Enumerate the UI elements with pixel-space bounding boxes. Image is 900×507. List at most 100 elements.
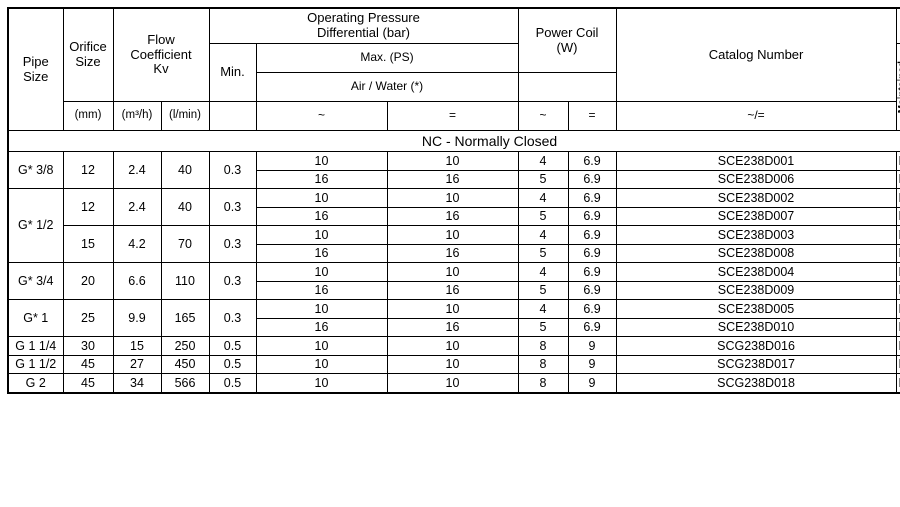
- cell-orifice-size: 45: [62, 354, 114, 374]
- cell-power-ac: 8: [517, 336, 569, 356]
- header-air-water: Air / Water (*): [255, 72, 519, 102]
- cell-kv-m3h: 27: [112, 354, 162, 374]
- cell-power-ac: 5: [517, 280, 569, 300]
- cell-catalog-number: SCE238D005: [615, 299, 897, 319]
- cell-max-pressure-dc: 16: [386, 317, 519, 337]
- cell-power-dc: 6.9: [567, 169, 617, 189]
- cell-orifice-size: 30: [62, 336, 114, 356]
- cell-min-pressure: 0.3: [208, 151, 257, 189]
- cell-max-pressure-dc: 10: [386, 151, 519, 171]
- cell-catalog-number: SCE238D009: [615, 280, 897, 300]
- units-min: [208, 101, 257, 131]
- cell-catalog-number: SCE238D008: [615, 243, 897, 263]
- cell-min-pressure: 0.3: [208, 188, 257, 226]
- cell-option-maintained-operator: MO: [895, 373, 900, 393]
- header-flow-coefficient-line3: Kv: [153, 61, 169, 77]
- cell-power-dc: 6.9: [567, 206, 617, 226]
- header-max-ps: Max. (PS): [255, 43, 519, 73]
- cell-kv-m3h: 2.4: [112, 188, 162, 226]
- cell-kv-lmin: 566: [160, 373, 210, 393]
- cell-power-ac: 5: [517, 317, 569, 337]
- cell-power-ac: 4: [517, 225, 569, 245]
- cell-pipe-size: G 1 1/4: [7, 336, 64, 356]
- cell-power-ac: 8: [517, 373, 569, 393]
- vertical-text-stack: Maintained Man. Operator: [897, 44, 900, 130]
- header-power-coil: Power Coil (W): [517, 7, 617, 73]
- cell-option-maintained-operator: MO: [895, 317, 900, 337]
- table-row: G 1 1/430152500.5101089SCG238D016MOV-: [7, 336, 900, 356]
- cell-catalog-number: SCE238D007: [615, 206, 897, 226]
- units-max-dc: =: [386, 101, 519, 131]
- header-operating-pressure-line2: Differential (bar): [317, 25, 410, 40]
- cell-option-maintained-operator: MO: [895, 206, 900, 226]
- cell-max-pressure-ac: 16: [255, 317, 388, 337]
- cell-option-maintained-operator: MO: [895, 336, 900, 356]
- cell-power-ac: 4: [517, 262, 569, 282]
- cell-max-pressure-dc: 10: [386, 225, 519, 245]
- header-catalog-number: Catalog Number: [615, 7, 897, 102]
- units-power-ac: ~: [517, 101, 569, 131]
- header-operating-pressure-line1: Operating Pressure: [307, 10, 420, 26]
- cell-max-pressure-dc: 16: [386, 169, 519, 189]
- spec-table-container: Pipe Size Orifice Size Flow Coefficient …: [7, 7, 900, 394]
- cell-power-ac: 4: [517, 188, 569, 208]
- table-row: G* 1259.91650.3101046.9SCE238D005MOVE: [7, 299, 900, 337]
- cell-power-dc: 6.9: [567, 262, 617, 282]
- cell-min-pressure: 0.5: [208, 336, 257, 356]
- cell-orifice-size: 25: [62, 299, 114, 337]
- cell-pipe-size: G 1 1/2: [7, 354, 64, 374]
- cell-min-pressure: 0.3: [208, 225, 257, 263]
- units-max-ac: ~: [255, 101, 388, 131]
- cell-kv-m3h: 34: [112, 373, 162, 393]
- cell-kv-m3h: 2.4: [112, 151, 162, 189]
- cell-max-pressure-dc: 10: [386, 299, 519, 319]
- cell-pipe-size: G* 3/4: [7, 262, 64, 300]
- cell-orifice-size: 15: [62, 225, 114, 263]
- table-row: G* 1/2122.4400.3101046.9SCE238D002MOVE: [7, 188, 900, 263]
- units-catalog: ~/=: [615, 101, 897, 131]
- cell-kv-m3h: 4.2: [112, 225, 162, 263]
- cell-min-pressure: 0.3: [208, 262, 257, 300]
- cell-power-dc: 9: [567, 373, 617, 393]
- cell-max-pressure-ac: 16: [255, 280, 388, 300]
- table-row: G 1 1/245274500.5101089SCG238D017MOV-: [7, 354, 900, 374]
- cell-kv-lmin: 250: [160, 336, 210, 356]
- cell-orifice-size: 20: [62, 262, 114, 300]
- cell-kv-lmin: 110: [160, 262, 210, 300]
- cell-max-pressure-ac: 10: [255, 299, 388, 319]
- header-operating-pressure: Operating Pressure Differential (bar): [208, 7, 519, 44]
- cell-kv-lmin: 40: [160, 188, 210, 226]
- cell-option-maintained-operator: MO: [895, 225, 900, 245]
- cell-orifice-size: 12: [62, 188, 114, 226]
- cell-kv-lmin: 165: [160, 299, 210, 337]
- header-pipe-size-line1: Pipe: [22, 53, 49, 69]
- cell-option-maintained-operator: MO: [895, 169, 900, 189]
- cell-pipe-size: G 2: [7, 373, 64, 393]
- cell-pipe-size: G* 3/8: [7, 151, 64, 189]
- cell-max-pressure-ac: 16: [255, 243, 388, 263]
- table-row: G* 3/8122.4400.3101046.9SCE238D001MOVE: [7, 151, 900, 189]
- cell-max-pressure-dc: 16: [386, 280, 519, 300]
- header-row-units: (mm) (m³/h) (l/min) ~ = ~ = ~/=: [8, 101, 900, 131]
- cell-min-pressure: 0.5: [208, 354, 257, 374]
- cell-option-maintained-operator: MO: [895, 280, 900, 300]
- cell-max-pressure-dc: 10: [386, 373, 519, 393]
- cell-power-ac: 5: [517, 169, 569, 189]
- cell-power-dc: 6.9: [567, 188, 617, 208]
- cell-max-pressure-ac: 16: [255, 206, 388, 226]
- cell-kv-lmin: 70: [160, 225, 210, 263]
- header-power-coil-line1: Power Coil: [535, 24, 599, 40]
- units-orifice-size: (mm): [62, 101, 114, 131]
- cell-min-pressure: 0.5: [208, 373, 257, 393]
- cell-power-ac: 4: [517, 299, 569, 319]
- cell-power-dc: 6.9: [567, 299, 617, 319]
- cell-catalog-number: SCE238D004: [615, 262, 897, 282]
- units-kv-lmin: (l/min): [160, 101, 210, 131]
- units-power-dc: =: [567, 101, 617, 131]
- cell-catalog-number: SCG238D017: [615, 354, 897, 374]
- cell-option-maintained-operator: MO: [895, 188, 900, 208]
- cell-max-pressure-ac: 10: [255, 336, 388, 356]
- cell-power-ac: 5: [517, 243, 569, 263]
- header-option-maintained-operator: Maintained Man. Operator: [895, 43, 900, 131]
- cell-catalog-number: SCG238D016: [615, 336, 897, 356]
